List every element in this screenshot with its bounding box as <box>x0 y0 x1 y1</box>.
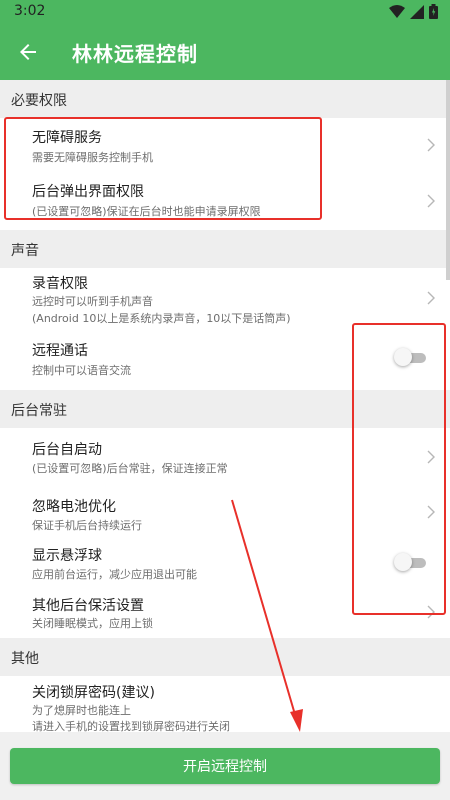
setting-title: 远程通话 <box>32 343 88 359</box>
wifi-icon <box>389 4 405 18</box>
start-remote-control-button[interactable]: 开启远程控制 <box>10 748 440 784</box>
setting-title: 忽略电池优化 <box>32 499 116 515</box>
status-time: 3:02 <box>14 3 46 19</box>
floating-ball-toggle[interactable] <box>394 553 428 571</box>
setting-subtitle: 应用前台运行，减少应用退出可能 <box>32 568 197 581</box>
status-icons <box>389 4 438 19</box>
setting-subtitle: 远控时可以听到手机声音 <box>32 295 153 308</box>
setting-other-keepalive[interactable]: 其他后台保活设置 关闭睡眠模式，应用上锁 <box>0 587 450 638</box>
setting-title: 后台弹出界面权限 <box>32 184 144 200</box>
setting-floating-ball[interactable]: 显示悬浮球 应用前台运行，减少应用退出可能 <box>0 537 450 587</box>
setting-subtitle: 为了熄屏时也能连上 <box>32 704 131 717</box>
setting-subtitle: 需要无障碍服务控制手机 <box>32 151 153 164</box>
status-bar: 3:02 <box>0 0 450 24</box>
battery-icon <box>429 4 438 19</box>
setting-ignore-battery[interactable]: 忽略电池优化 保证手机后台持续运行 <box>0 485 450 537</box>
setting-subtitle: (已设置可忽略)后台常驻，保证连接正常 <box>32 462 228 475</box>
setting-title: 录音权限 <box>32 276 88 292</box>
chevron-right-icon <box>427 605 435 619</box>
chevron-right-icon <box>427 505 435 519</box>
setting-title: 后台自启动 <box>32 442 102 458</box>
section-header-background: 后台常驻 <box>0 390 450 428</box>
setting-remote-call[interactable]: 远程通话 控制中可以语音交流 <box>0 330 450 390</box>
section-title: 声音 <box>11 243 39 259</box>
chevron-right-icon <box>427 291 435 305</box>
chevron-right-icon <box>427 194 435 208</box>
setting-subtitle-extra: 请进入手机的设置找到锁屏密码进行关闭 <box>32 720 230 732</box>
setting-title: 显示悬浮球 <box>32 548 102 564</box>
chevron-right-icon <box>427 138 435 152</box>
setting-subtitle: 保证手机后台持续运行 <box>32 519 142 532</box>
setting-title: 关闭锁屏密码(建议) <box>32 685 155 701</box>
setting-subtitle: (已设置可忽略)保证在后台时也能申请录屏权限 <box>32 205 261 218</box>
signal-icon <box>410 4 424 19</box>
section-title: 必要权限 <box>11 93 67 109</box>
section-header-other: 其他 <box>0 638 450 676</box>
setting-title: 其他后台保活设置 <box>32 598 144 614</box>
chevron-right-icon <box>427 450 435 464</box>
bottom-bar: 开启远程控制 <box>0 732 450 800</box>
page-title: 林林远程控制 <box>72 42 198 66</box>
settings-list[interactable]: 必要权限 无障碍服务 需要无障碍服务控制手机 后台弹出界面权限 (已设置可忽略)… <box>0 80 450 732</box>
app-bar: 林林远程控制 <box>0 24 450 80</box>
section-title: 后台常驻 <box>11 403 67 419</box>
scrollbar[interactable] <box>446 80 450 280</box>
setting-disable-lock-password[interactable]: 关闭锁屏密码(建议) 为了熄屏时也能连上 请进入手机的设置找到锁屏密码进行关闭 <box>0 676 450 732</box>
section-title: 其他 <box>11 651 39 667</box>
setting-subtitle: 关闭睡眠模式，应用上锁 <box>32 617 153 630</box>
setting-subtitle-extra: (Android 10以上是系统内录声音，10以下是话筒声) <box>32 312 291 325</box>
setting-background-popup[interactable]: 后台弹出界面权限 (已设置可忽略)保证在后台时也能申请录屏权限 <box>0 172 450 230</box>
arrow-left-icon[interactable] <box>16 40 40 64</box>
section-header-sound: 声音 <box>0 230 450 268</box>
remote-call-toggle[interactable] <box>394 348 428 366</box>
section-header-required: 必要权限 <box>0 80 450 118</box>
setting-title: 无障碍服务 <box>32 130 102 146</box>
setting-subtitle: 控制中可以语音交流 <box>32 364 131 377</box>
